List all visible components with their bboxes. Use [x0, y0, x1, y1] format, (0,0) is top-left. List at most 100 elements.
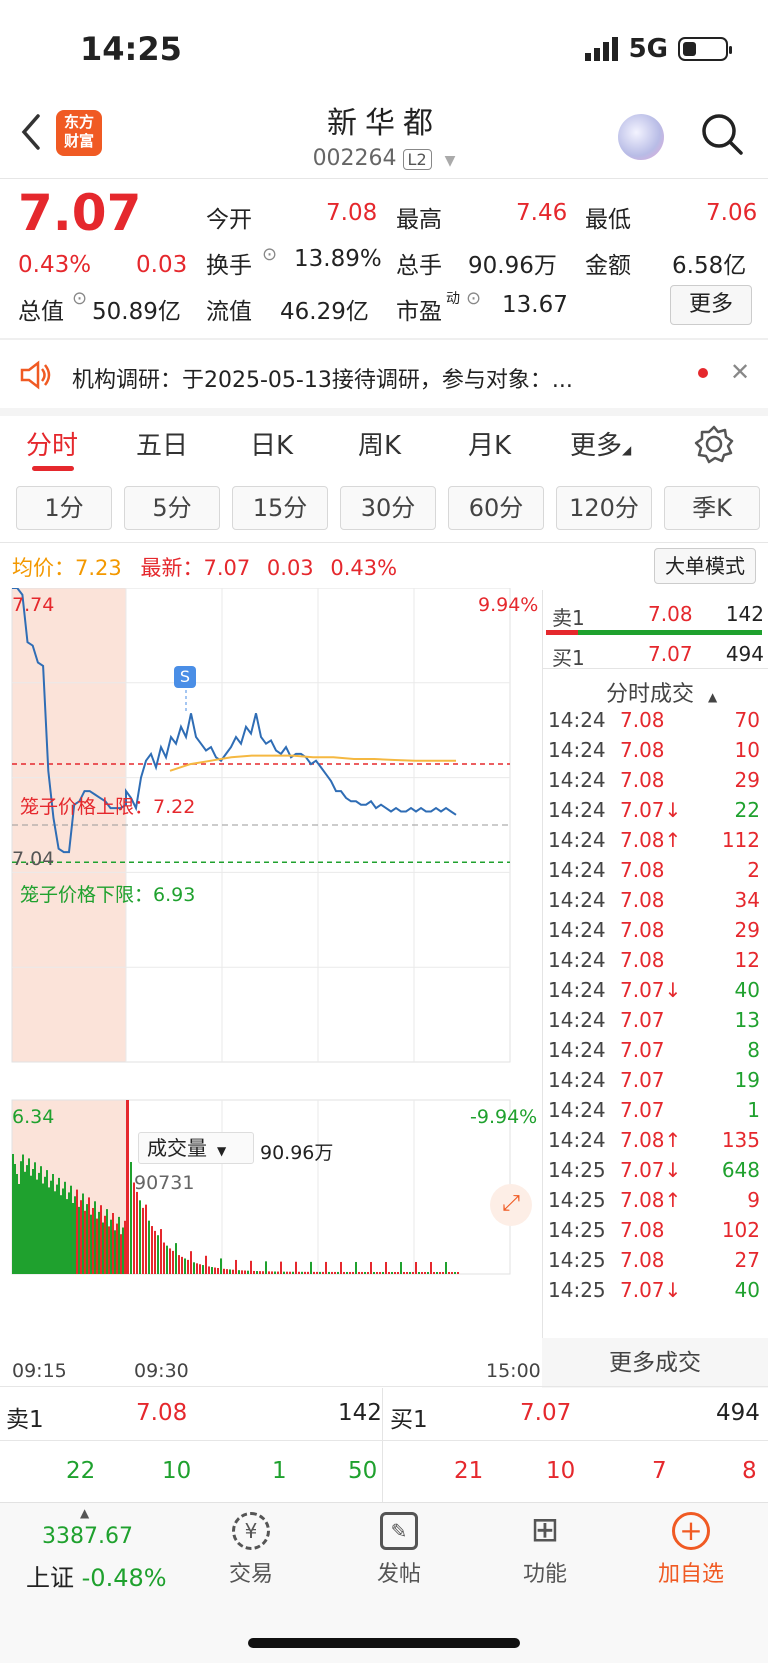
volume-bar — [118, 1216, 120, 1274]
intraday-chart[interactable] — [0, 588, 542, 1378]
volume-bar — [34, 1162, 36, 1274]
trade-row: 14:25 7.08 27 — [548, 1248, 760, 1272]
tab-weekly[interactable]: 周K — [358, 425, 401, 462]
volume-bar — [238, 1270, 240, 1274]
latest-value: 7.07 — [203, 556, 251, 580]
volume-bar — [286, 1271, 288, 1274]
more-button[interactable]: 更多 — [670, 285, 752, 325]
tab-more[interactable]: 更多◢ — [570, 425, 631, 462]
volume-bar — [66, 1199, 68, 1274]
tab-five-day[interactable]: 五日 — [136, 425, 188, 462]
volume-bar — [60, 1195, 62, 1274]
volume-bar — [139, 1200, 141, 1274]
volume-bar — [379, 1271, 381, 1274]
current-price: 7.07 — [18, 184, 142, 242]
close-icon[interactable]: ✕ — [730, 358, 750, 386]
buy-queue-3: 7 — [652, 1458, 667, 1484]
network-label: 5G — [628, 34, 668, 64]
volume-bar — [433, 1271, 435, 1274]
speaker-icon — [20, 360, 51, 390]
trade-time: 14:25 — [548, 1158, 606, 1182]
search-icon[interactable] — [700, 112, 744, 156]
trades-header[interactable]: 分时成交 ▲ — [606, 676, 717, 708]
trade-price: 7.08 — [620, 888, 665, 912]
expand-icon[interactable]: ⤢ — [490, 1184, 532, 1226]
volume-label: 总手 — [396, 253, 442, 279]
signal-badge[interactable]: S — [174, 666, 196, 688]
volume-bar — [334, 1271, 336, 1274]
caret-icon: ◢ — [622, 443, 632, 457]
volume-bar — [298, 1271, 300, 1274]
trade-row: 14:24 7.08 29 — [548, 918, 760, 942]
trade-volume: 13 — [734, 1008, 760, 1032]
settings-gear-icon[interactable] — [694, 424, 734, 464]
ktab-60min[interactable]: 60分 — [448, 486, 544, 530]
volume-bar — [457, 1271, 459, 1274]
tab-intraday[interactable]: 分时 — [26, 425, 78, 462]
ktab-30min[interactable]: 30分 — [340, 486, 436, 530]
index-value[interactable]: 3387.67 — [42, 1524, 133, 1549]
ktab-120min[interactable]: 120分 — [556, 486, 652, 530]
volume-bar — [160, 1229, 162, 1274]
volume-bar — [42, 1183, 44, 1274]
nav-add-watchlist[interactable]: + 加自选 — [636, 1512, 746, 1588]
change-pct: 0.43% — [18, 252, 92, 278]
volume-bar — [22, 1154, 24, 1274]
ktab-15min[interactable]: 15分 — [232, 486, 328, 530]
auction-bg — [12, 588, 126, 1062]
trade-price: 7.07 — [620, 1098, 665, 1122]
nav-post[interactable]: ✎ 发帖 — [344, 1512, 454, 1588]
volume-bar — [211, 1267, 213, 1274]
volume-bar — [90, 1214, 92, 1274]
notice-bar[interactable]: 机构调研：于2025-05-13接待调研，参与对象：... ✕ — [0, 340, 768, 410]
volume-bar — [364, 1271, 366, 1274]
high-value: 7.46 — [516, 200, 568, 226]
volume-bar — [48, 1187, 50, 1274]
unread-dot — [698, 368, 708, 378]
volume-bar — [68, 1192, 70, 1274]
trade-price: 7.08↑ — [620, 1128, 682, 1152]
volume-bar — [84, 1210, 86, 1274]
big-order-mode-button[interactable]: 大单模式 — [654, 548, 756, 584]
volume-bar — [58, 1177, 60, 1274]
trade-time: 14:24 — [548, 738, 606, 762]
trade-volume: 9 — [747, 1188, 760, 1212]
trade-row: 14:24 7.08 10 — [548, 738, 760, 762]
ktab-1min[interactable]: 1分 — [16, 486, 112, 530]
trade-volume: 19 — [734, 1068, 760, 1092]
volume-bar — [271, 1271, 273, 1274]
trade-volume: 112 — [721, 828, 760, 852]
assistant-avatar[interactable] — [618, 114, 664, 160]
x-label-open: 09:15 — [12, 1360, 67, 1382]
nav-trade[interactable]: ¥ 交易 — [196, 1512, 306, 1588]
volume-bar — [169, 1248, 171, 1274]
trade-price: 7.07↓ — [620, 798, 682, 822]
index-row[interactable]: 上证 -0.48% — [26, 1558, 167, 1593]
ktab-5min[interactable]: 5分 — [124, 486, 220, 530]
chart-header: 均价：7.23 最新：7.07 0.03 0.43% — [12, 552, 397, 582]
volume-bar — [184, 1258, 186, 1274]
info-icon[interactable]: ⊙ — [466, 288, 481, 309]
volume-bar — [145, 1204, 147, 1274]
info-icon[interactable]: ⊙ — [72, 288, 87, 309]
volume-indicator-select[interactable]: 成交量 ▼ — [138, 1132, 254, 1164]
tab-monthly[interactable]: 月K — [468, 425, 511, 462]
volume-value: 90.96万 — [468, 253, 557, 279]
sell1-row: 卖1 7.08 142 — [552, 602, 764, 630]
trade-row: 14:24 7.08↑ 135 — [548, 1128, 760, 1152]
trade-price: 7.08 — [620, 948, 665, 972]
trade-row: 14:24 7.07 19 — [548, 1068, 760, 1092]
more-trades-button[interactable]: 更多成交 — [542, 1338, 768, 1388]
notice-text: 机构调研：于2025-05-13接待调研，参与对象：... — [72, 368, 573, 393]
volume-bar — [430, 1261, 432, 1274]
volume-bar — [277, 1271, 279, 1274]
tab-daily[interactable]: 日K — [250, 425, 293, 462]
trade-volume: 29 — [734, 768, 760, 792]
nav-functions[interactable]: ⊞ 功能 — [490, 1512, 600, 1588]
info-icon[interactable]: ⊙ — [262, 244, 277, 265]
ktab-season[interactable]: 季K — [664, 486, 760, 530]
high-label: 最高 — [396, 207, 442, 233]
volume-bar — [445, 1261, 447, 1274]
volume-bar — [292, 1271, 294, 1274]
volume-bar — [50, 1180, 52, 1274]
